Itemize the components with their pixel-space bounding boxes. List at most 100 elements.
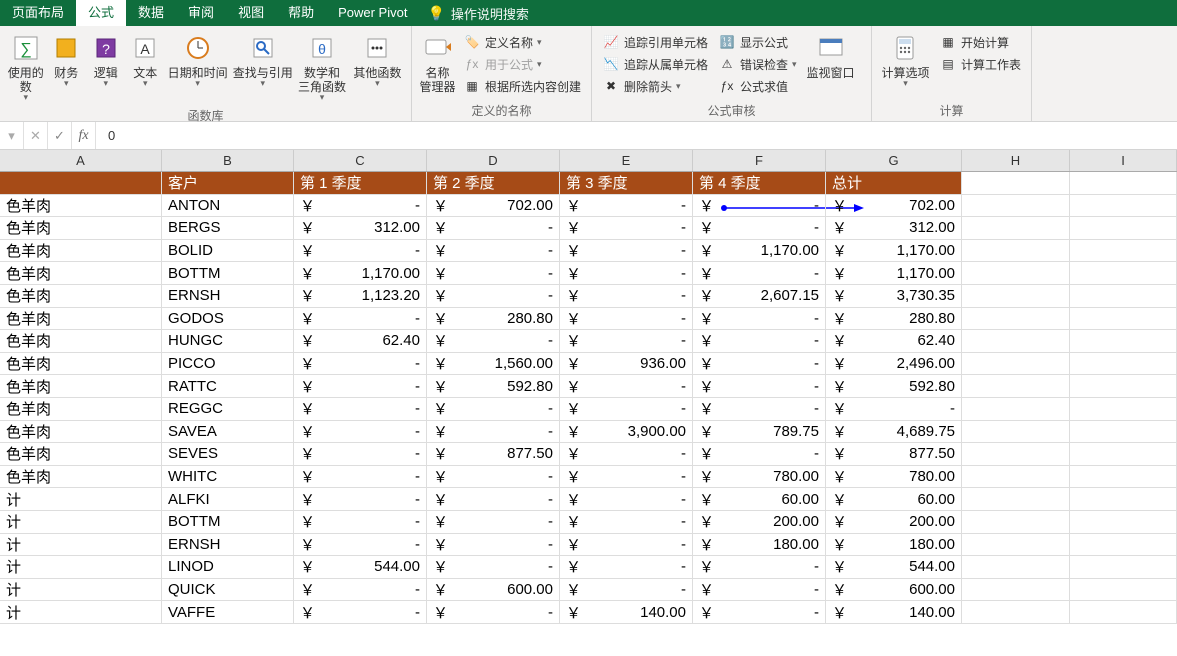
- cell[interactable]: ￥-: [693, 579, 826, 601]
- cell[interactable]: ￥-: [427, 240, 560, 262]
- spreadsheet-grid[interactable]: 客户 第 1 季度 第 2 季度 第 3 季度 第 4 季度 总计 色羊肉ANT…: [0, 172, 1177, 624]
- cell[interactable]: ￥1,170.00: [294, 262, 427, 284]
- cell[interactable]: SAVEA: [162, 421, 294, 443]
- cell[interactable]: ￥60.00: [826, 488, 962, 510]
- cell[interactable]: [962, 240, 1070, 262]
- cell[interactable]: ￥600.00: [427, 579, 560, 601]
- show-formulas-button[interactable]: 🔢 显示公式: [718, 32, 797, 52]
- cell[interactable]: ￥280.80: [826, 308, 962, 330]
- namebox-dropdown[interactable]: ▾: [0, 122, 24, 149]
- cell[interactable]: ￥936.00: [560, 353, 693, 375]
- calculate-sheet-button[interactable]: ▤ 计算工作表: [939, 54, 1021, 74]
- cell[interactable]: BOTTM: [162, 511, 294, 533]
- col-header-G[interactable]: G: [826, 150, 962, 171]
- cell[interactable]: LINOD: [162, 556, 294, 578]
- cell[interactable]: ￥-: [294, 579, 427, 601]
- cell[interactable]: [962, 579, 1070, 601]
- cell[interactable]: ￥-: [427, 398, 560, 420]
- col-header-B[interactable]: B: [162, 150, 294, 171]
- cell[interactable]: [1070, 556, 1177, 578]
- cell[interactable]: ￥-: [560, 217, 693, 239]
- watch-window-button[interactable]: 监视窗口: [803, 30, 859, 82]
- cell[interactable]: ￥-: [560, 398, 693, 420]
- header-cell[interactable]: 客户: [162, 172, 294, 194]
- col-header-I[interactable]: I: [1070, 150, 1177, 171]
- cell[interactable]: 色羊肉: [0, 262, 162, 284]
- cell[interactable]: ￥-: [560, 330, 693, 352]
- col-header-H[interactable]: H: [962, 150, 1070, 171]
- cell[interactable]: ￥-: [294, 534, 427, 556]
- cell[interactable]: [1070, 511, 1177, 533]
- cell[interactable]: BERGS: [162, 217, 294, 239]
- trace-dependents-button[interactable]: 📉 追踪从属单元格: [602, 54, 708, 74]
- cell[interactable]: ￥544.00: [294, 556, 427, 578]
- cell[interactable]: [1070, 601, 1177, 623]
- tell-me-search[interactable]: 💡 操作说明搜索: [427, 4, 528, 23]
- cell[interactable]: ￥-: [693, 601, 826, 623]
- cell[interactable]: ￥-: [294, 353, 427, 375]
- cell[interactable]: ERNSH: [162, 285, 294, 307]
- cell[interactable]: ￥877.50: [826, 443, 962, 465]
- cell[interactable]: ￥-: [294, 398, 427, 420]
- tab-formulas[interactable]: 公式: [76, 0, 126, 26]
- cell[interactable]: ￥544.00: [826, 556, 962, 578]
- cell[interactable]: ￥-: [693, 375, 826, 397]
- enter-button[interactable]: ✓: [48, 122, 72, 149]
- cell[interactable]: [962, 556, 1070, 578]
- cell[interactable]: ￥780.00: [826, 466, 962, 488]
- cell[interactable]: [1070, 217, 1177, 239]
- cell[interactable]: ￥-: [560, 579, 693, 601]
- cell[interactable]: [962, 308, 1070, 330]
- cell[interactable]: ￥-: [560, 534, 693, 556]
- cell[interactable]: ￥592.80: [427, 375, 560, 397]
- cell[interactable]: 色羊肉: [0, 398, 162, 420]
- cell[interactable]: [962, 601, 1070, 623]
- cell[interactable]: ￥-: [294, 488, 427, 510]
- header-cell[interactable]: 第 3 季度: [560, 172, 693, 194]
- header-cell[interactable]: 第 2 季度: [427, 172, 560, 194]
- cell[interactable]: [1070, 488, 1177, 510]
- cell[interactable]: ￥200.00: [693, 511, 826, 533]
- cell[interactable]: ANTON: [162, 195, 294, 217]
- tab-power-pivot[interactable]: Power Pivot: [326, 0, 419, 26]
- cell[interactable]: ￥-: [693, 556, 826, 578]
- cell[interactable]: [962, 421, 1070, 443]
- cell[interactable]: ￥702.00: [427, 195, 560, 217]
- cell[interactable]: ￥1,170.00: [693, 240, 826, 262]
- cell[interactable]: [1070, 330, 1177, 352]
- cell[interactable]: ￥-: [560, 466, 693, 488]
- text-button[interactable]: A 文本 ▾: [127, 30, 165, 91]
- cell[interactable]: 色羊肉: [0, 375, 162, 397]
- cell[interactable]: BOLID: [162, 240, 294, 262]
- cell[interactable]: ￥-: [693, 443, 826, 465]
- cell[interactable]: ￥-: [560, 262, 693, 284]
- remove-arrows-button[interactable]: ✖ 删除箭头 ▾: [602, 76, 708, 96]
- cell[interactable]: ￥-: [560, 285, 693, 307]
- tab-help[interactable]: 帮助: [276, 0, 326, 26]
- cell[interactable]: 色羊肉: [0, 217, 162, 239]
- cell[interactable]: [962, 262, 1070, 284]
- cell[interactable]: ￥789.75: [693, 421, 826, 443]
- cell[interactable]: HUNGC: [162, 330, 294, 352]
- cell[interactable]: ￥-: [427, 421, 560, 443]
- error-checking-button[interactable]: ⚠ 错误检查 ▾: [718, 54, 797, 74]
- cell[interactable]: ￥780.00: [693, 466, 826, 488]
- cell[interactable]: ￥-: [560, 488, 693, 510]
- cell[interactable]: [962, 398, 1070, 420]
- cell[interactable]: [1070, 262, 1177, 284]
- header-cell[interactable]: 总计: [826, 172, 962, 194]
- cell[interactable]: [1070, 353, 1177, 375]
- cell[interactable]: 计: [0, 601, 162, 623]
- cell[interactable]: ￥-: [294, 240, 427, 262]
- cell[interactable]: ￥592.80: [826, 375, 962, 397]
- cell[interactable]: ￥-: [560, 240, 693, 262]
- cell[interactable]: VAFFE: [162, 601, 294, 623]
- cell[interactable]: ￥180.00: [826, 534, 962, 556]
- cell[interactable]: [962, 330, 1070, 352]
- cell[interactable]: ￥-: [826, 398, 962, 420]
- recently-used-button[interactable]: ∑ 使用的 数 ▾: [6, 30, 45, 105]
- cell[interactable]: 色羊肉: [0, 195, 162, 217]
- cell[interactable]: ￥-: [427, 466, 560, 488]
- cell[interactable]: [962, 172, 1070, 194]
- cell[interactable]: ￥-: [427, 217, 560, 239]
